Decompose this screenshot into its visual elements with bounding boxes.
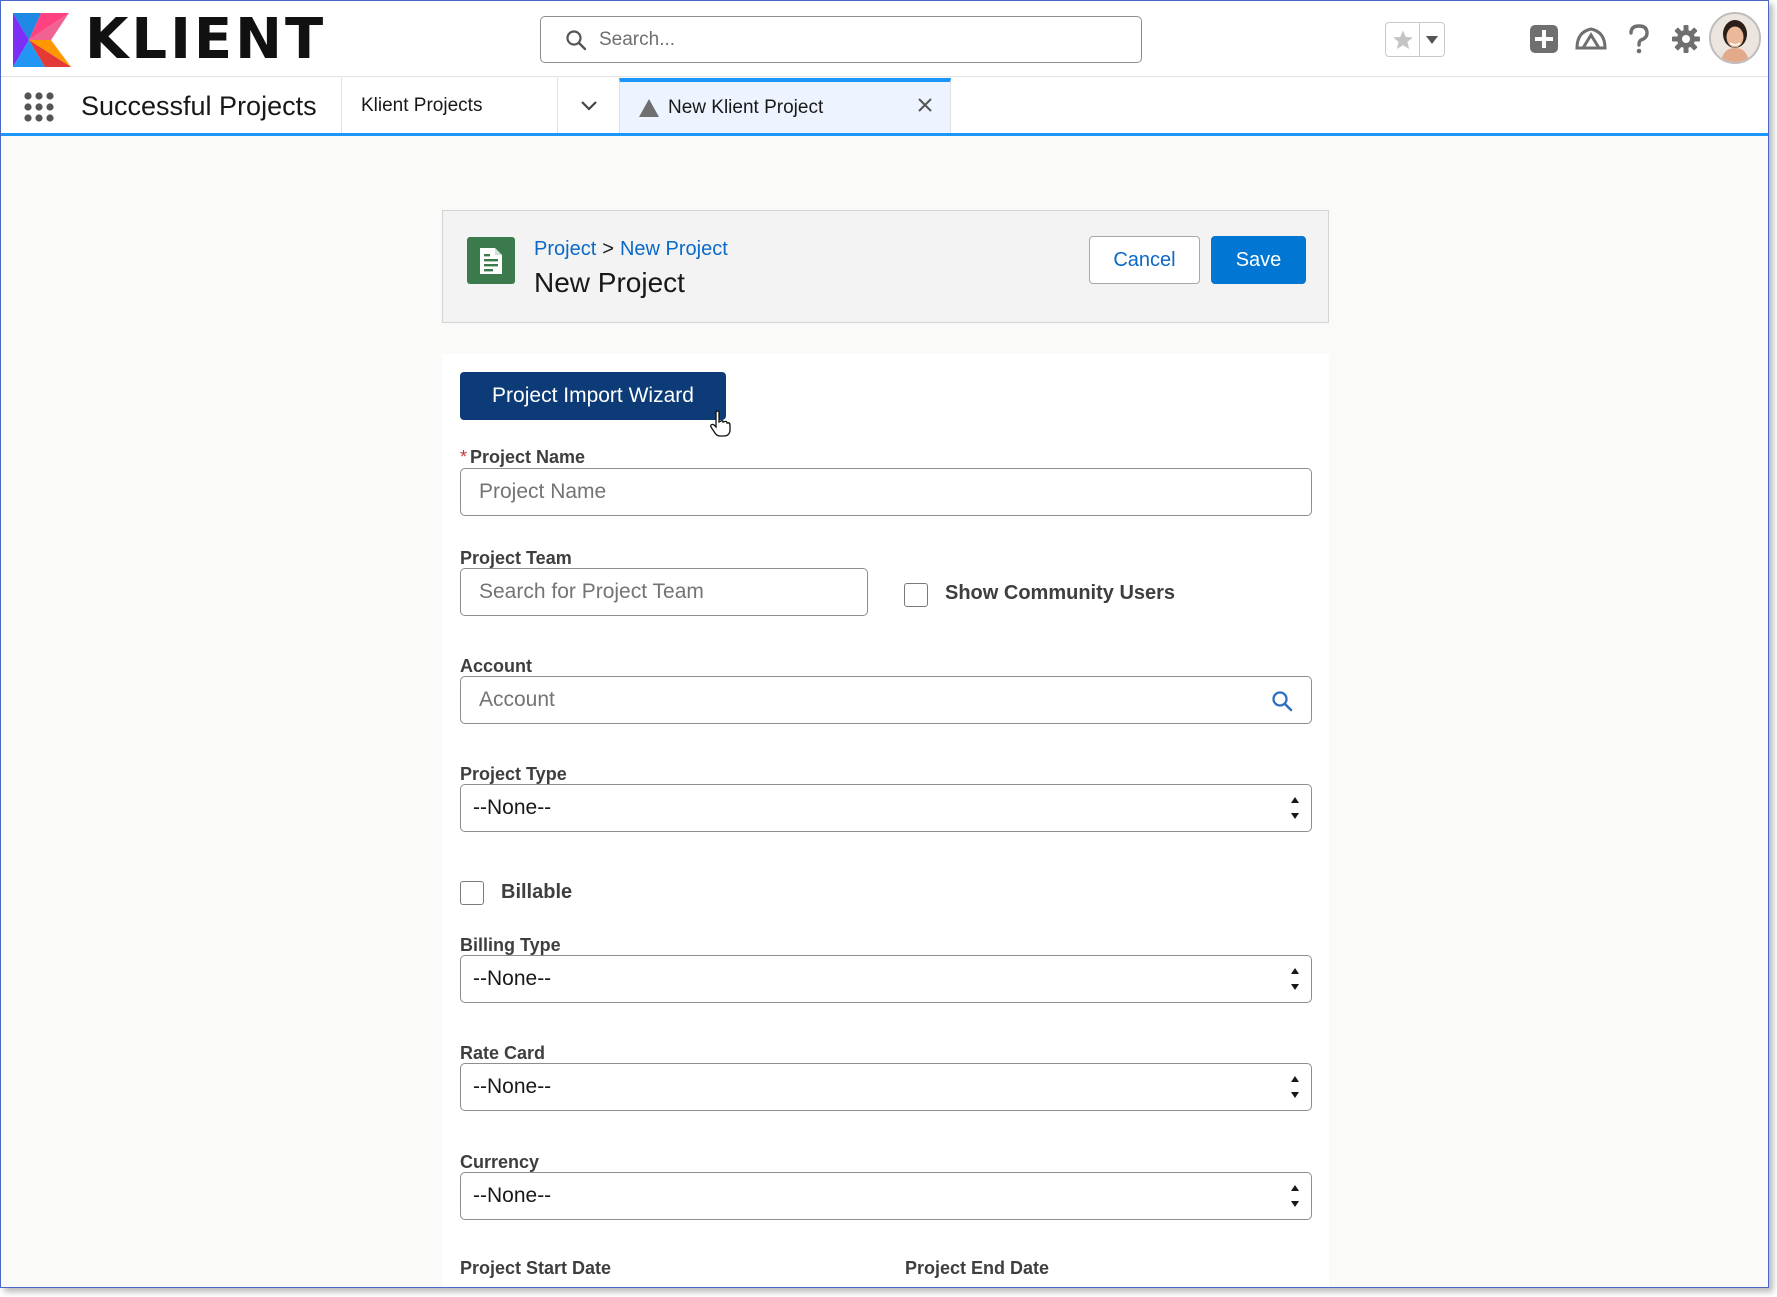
save-button[interactable]: Save <box>1211 236 1306 284</box>
project-type-selected-value: --None-- <box>473 796 552 819</box>
select-arrows-icon <box>1291 1185 1299 1207</box>
search-input[interactable] <box>599 28 1119 51</box>
favorites-star-button[interactable] <box>1386 23 1420 56</box>
favorites-menu-button[interactable] <box>1420 23 1444 56</box>
app-window: KLIENT Search... Successful Projects Kli… <box>0 0 1769 1288</box>
klient-logo[interactable]: KLIENT <box>11 9 326 71</box>
new-project-form: Project Import Wizard * Project Name Proj… <box>442 354 1329 1287</box>
tab-overflow-menu[interactable] <box>557 78 619 133</box>
global-search[interactable] <box>540 16 1142 63</box>
klient-logo-mark-icon <box>13 13 71 67</box>
project-name-input[interactable] <box>460 468 1312 516</box>
tab-label: Klient Projects <box>361 94 483 116</box>
required-indicator: * <box>460 447 468 467</box>
document-icon <box>480 247 502 274</box>
project-start-date-label: Project Start Date <box>460 1258 612 1278</box>
select-arrows-icon <box>1291 968 1299 990</box>
search-icon <box>566 29 587 50</box>
billable-checkbox[interactable] <box>460 881 484 905</box>
rate-card-label: Rate Card <box>460 1043 546 1063</box>
setup-button[interactable] <box>1668 21 1704 57</box>
select-arrows-icon <box>1291 797 1299 819</box>
project-import-wizard-button[interactable]: Project Import Wizard <box>460 372 726 420</box>
user-photo-icon <box>1711 14 1759 62</box>
project-type-label: Project Type <box>460 764 567 784</box>
tab-label: New Klient Project <box>668 96 824 118</box>
cancel-button[interactable]: Cancel <box>1089 236 1200 284</box>
user-avatar[interactable] <box>1709 12 1761 64</box>
app-launcher-icon[interactable] <box>23 91 55 123</box>
project-team-label: Project Team <box>460 548 572 568</box>
breadcrumb-new-project-link[interactable]: New Project <box>620 238 728 260</box>
global-create-button[interactable] <box>1526 21 1562 57</box>
trailhead-icon <box>1575 27 1607 50</box>
billable-label: Billable <box>501 881 573 903</box>
rate-card-selected-value: --None-- <box>473 1075 552 1098</box>
chevron-down-icon <box>580 100 597 111</box>
tab-new-klient-project[interactable]: New Klient Project <box>619 78 951 133</box>
add-icon <box>1530 25 1558 53</box>
project-triangle-icon <box>639 98 659 117</box>
currency-select[interactable]: --None-- <box>460 1172 1312 1220</box>
tab-klient-projects[interactable]: Klient Projects <box>341 78 557 133</box>
currency-selected-value: --None-- <box>473 1184 552 1207</box>
logo-text: KLIENT <box>85 7 327 72</box>
favorites-button-group <box>1385 22 1445 57</box>
breadcrumb-separator: > <box>602 238 614 260</box>
help-icon <box>1629 24 1649 54</box>
project-end-date-label: Project End Date <box>905 1258 1050 1278</box>
record-page-header: Project > New Project New Project Cancel S… <box>442 210 1329 323</box>
billing-type-selected-value: --None-- <box>473 967 552 990</box>
chevron-down-icon <box>1426 35 1438 44</box>
project-record-icon <box>467 237 515 284</box>
project-name-label-text: Project Name <box>470 447 586 467</box>
breadcrumb: Project > New Project <box>534 238 728 261</box>
gear-icon <box>1672 25 1700 53</box>
close-icon[interactable] <box>916 96 934 114</box>
show-community-users-label: Show Community Users <box>945 582 1176 604</box>
page-title: New Project <box>534 267 685 298</box>
app-navigation-bar: Successful Projects Klient Projects New … <box>1 78 1768 136</box>
project-name-label: * Project Name <box>460 447 585 468</box>
project-type-select[interactable]: --None-- <box>460 784 1312 832</box>
project-team-search-input[interactable] <box>460 568 868 616</box>
hand-cursor-icon <box>710 410 731 437</box>
app-name: Successful Projects <box>81 91 317 121</box>
billing-type-label: Billing Type <box>460 935 561 955</box>
trailhead-button[interactable] <box>1573 21 1609 57</box>
rate-card-select[interactable]: --None-- <box>460 1063 1312 1111</box>
global-header: KLIENT <box>1 1 1768 77</box>
currency-label: Currency <box>460 1152 540 1172</box>
account-lookup-input[interactable] <box>460 676 1312 724</box>
account-label: Account <box>460 656 532 676</box>
breadcrumb-project-link[interactable]: Project <box>534 238 596 260</box>
show-community-users-checkbox[interactable] <box>904 583 928 607</box>
billing-type-select[interactable]: --None-- <box>460 955 1312 1003</box>
select-arrows-icon <box>1291 1076 1299 1098</box>
help-button[interactable] <box>1621 21 1657 57</box>
search-icon[interactable] <box>1271 690 1293 712</box>
star-icon <box>1392 30 1413 49</box>
